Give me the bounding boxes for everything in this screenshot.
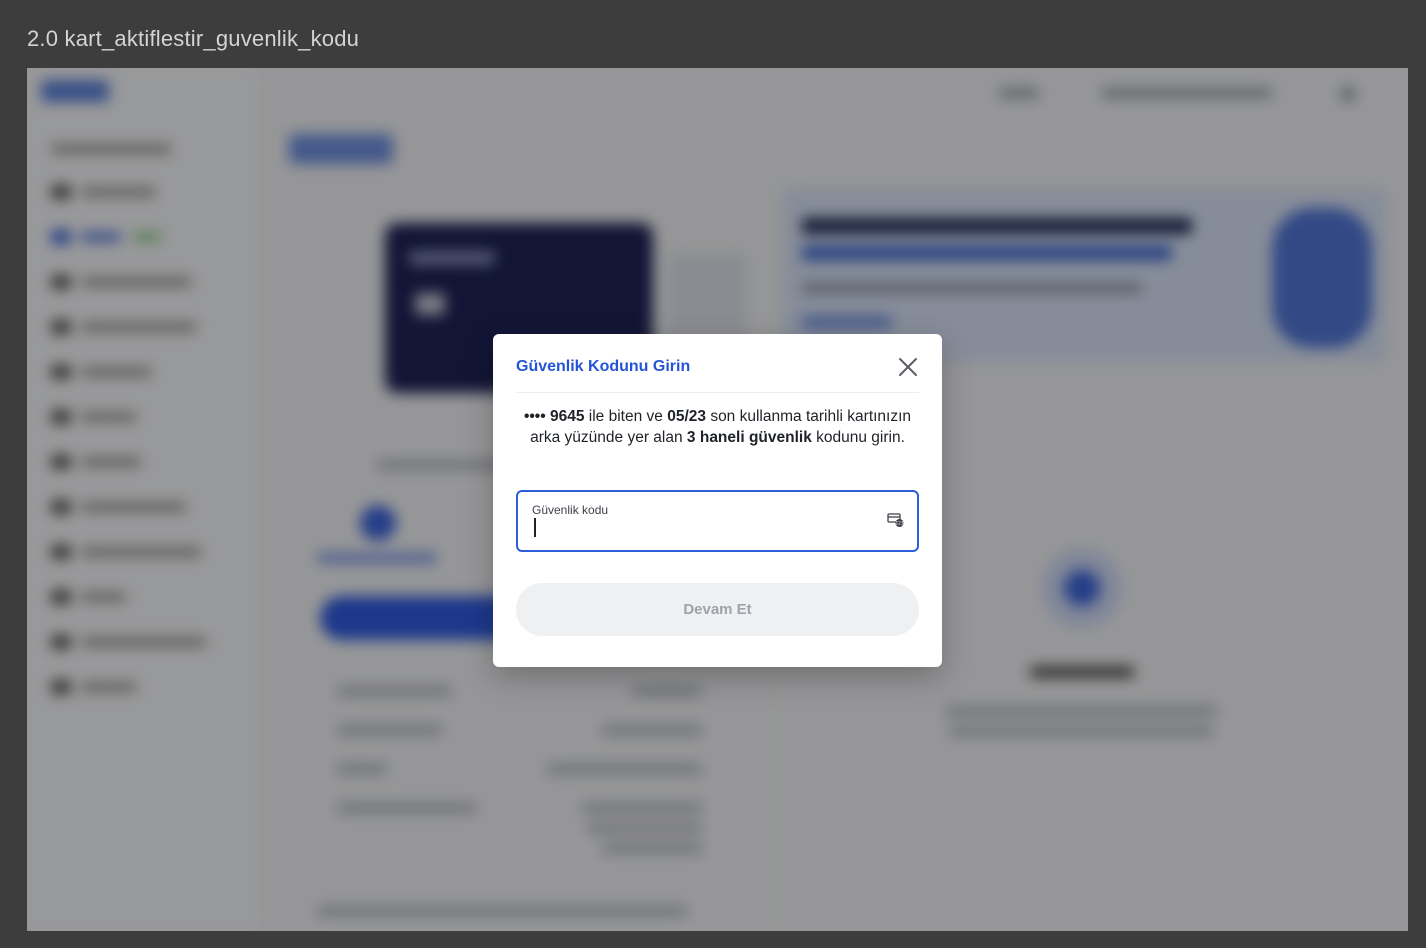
card-cvv-icon: 123	[887, 513, 904, 527]
desc-text-1: ile biten ve	[588, 408, 663, 425]
digits-emphasis: 3 haneli güvenlik	[686, 429, 812, 446]
modal-title: Güvenlik Kodunu Girin	[516, 358, 691, 375]
security-code-label: Güvenlik kodu	[532, 503, 609, 517]
svg-text:123: 123	[896, 521, 904, 526]
close-button[interactable]	[897, 356, 919, 378]
modal-description: •••• 9645 ile biten ve 05/23 son kullanm…	[523, 406, 912, 448]
text-caret	[534, 518, 536, 537]
card-expiry: 05/23	[667, 408, 706, 425]
close-icon	[899, 358, 917, 376]
frame-title: 2.0 kart_aktiflestir_guvenlik_kodu	[27, 26, 360, 51]
card-last4: 9645	[549, 408, 585, 425]
modal-header: Güvenlik Kodunu Girin	[516, 334, 919, 393]
security-code-input[interactable]	[532, 519, 862, 539]
security-code-field[interactable]: Güvenlik kodu 123	[516, 490, 919, 552]
continue-button[interactable]: Devam Et	[516, 583, 919, 636]
desc-text-3: kodunu girin.	[816, 429, 905, 446]
security-code-modal: Güvenlik Kodunu Girin •••• 9645 ile bite…	[493, 334, 942, 667]
masked-dots: ••••	[523, 408, 546, 425]
